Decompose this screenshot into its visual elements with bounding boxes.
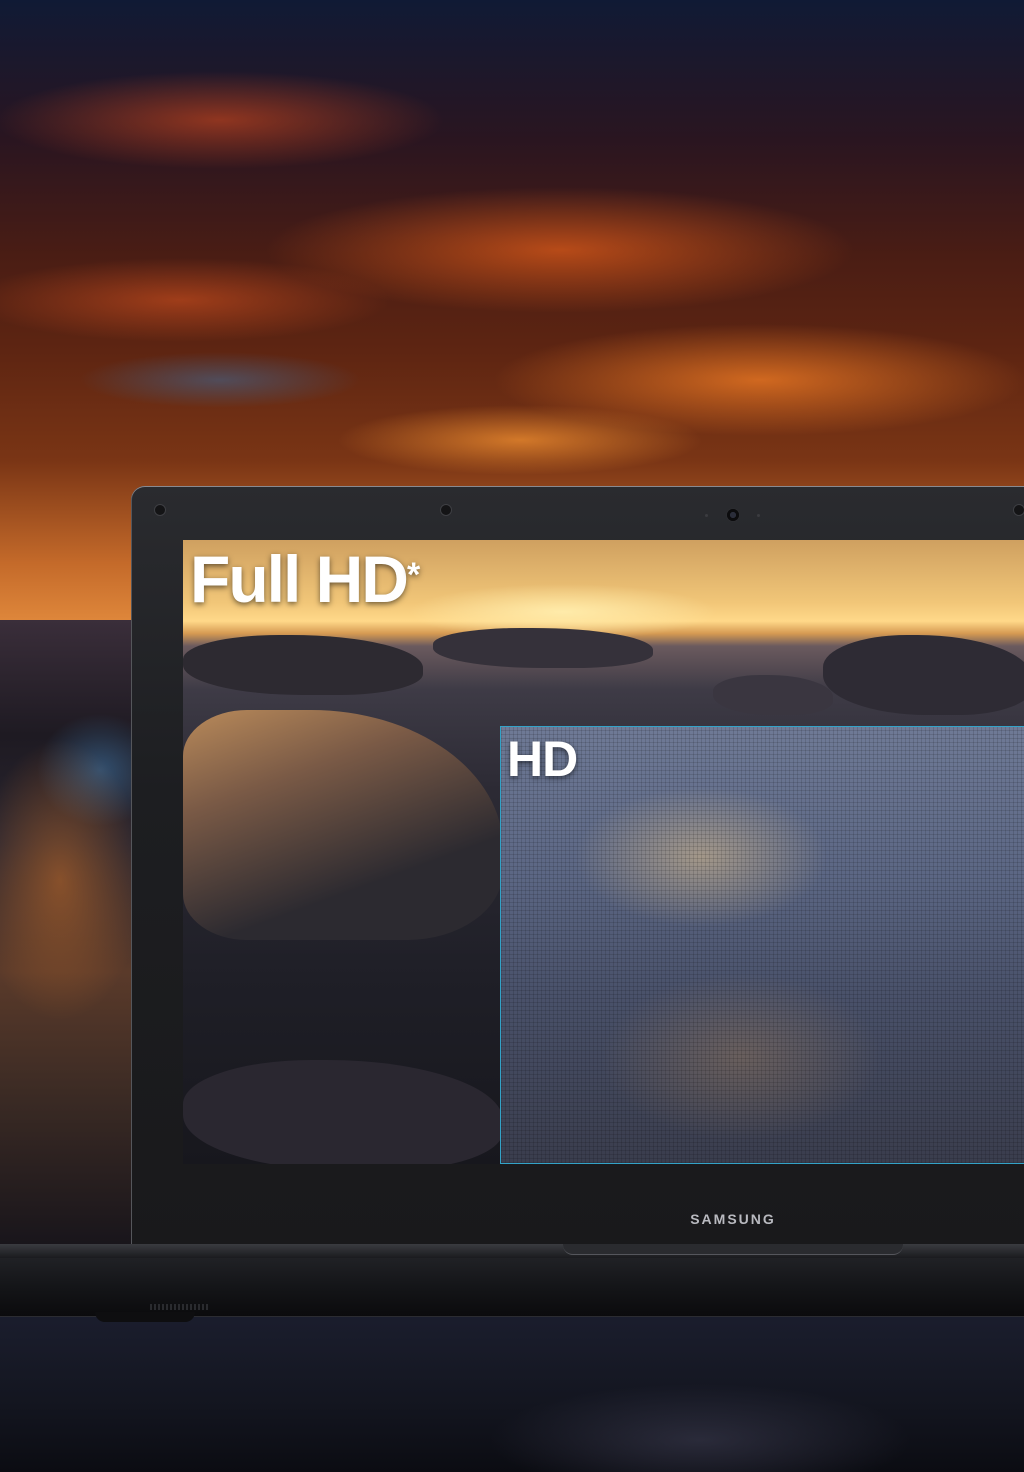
rock	[433, 628, 653, 668]
rock	[183, 635, 423, 695]
webcam-indicator	[757, 514, 760, 517]
brand-logo: SAMSUNG	[690, 1211, 776, 1227]
hd-label: HD	[507, 731, 578, 787]
background-foreground	[0, 1310, 1024, 1472]
full-hd-label: Full HD*	[190, 542, 421, 616]
rock-ledge	[183, 710, 503, 940]
bezel-screw-icon	[1013, 504, 1024, 516]
speaker-vent	[150, 1304, 210, 1310]
hinge-notch	[563, 1244, 903, 1255]
footnote-asterisk: *	[406, 556, 421, 594]
laptop-foot	[95, 1312, 195, 1322]
webcam-icon	[726, 508, 740, 522]
hd-resolution-frame	[500, 726, 1024, 1164]
webcam-indicator	[705, 514, 708, 517]
rock-foreground	[183, 1060, 503, 1164]
rock	[823, 635, 1024, 715]
rock	[713, 675, 833, 715]
bezel-screw-icon	[440, 504, 452, 516]
bezel-screw-icon	[154, 504, 166, 516]
